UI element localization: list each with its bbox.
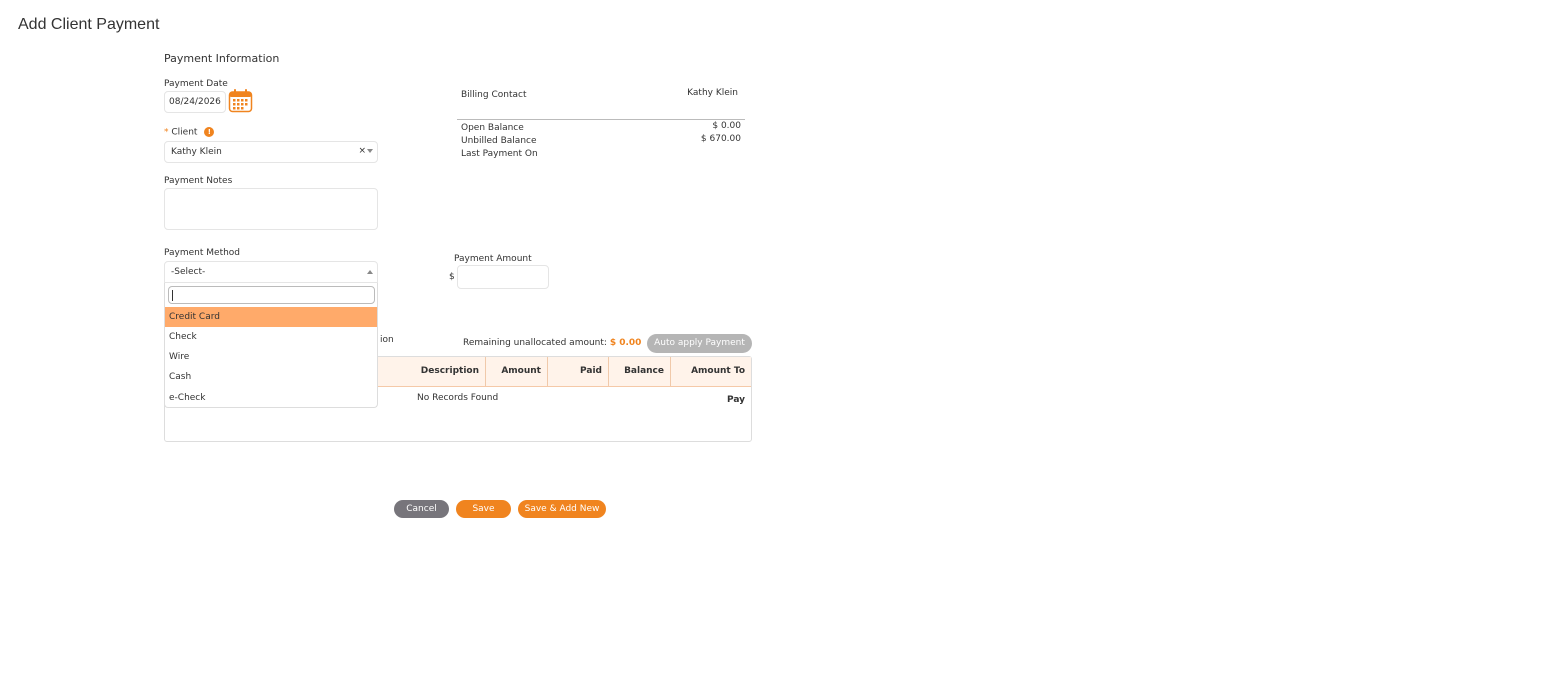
client-label: * Client ! — [164, 127, 215, 138]
client-select-value: Kathy Klein — [171, 147, 222, 157]
payment-amount-label: Payment Amount — [454, 254, 532, 264]
billing-contact-label: Billing Contact — [461, 90, 527, 100]
text-cursor — [172, 290, 173, 301]
empty-state-text: No Records Found — [417, 393, 499, 403]
required-mark: * — [164, 127, 169, 138]
cancel-button[interactable]: Cancel — [394, 500, 449, 518]
client-select[interactable]: Kathy Klein × — [164, 141, 378, 163]
divider — [457, 119, 745, 120]
save-button[interactable]: Save — [456, 500, 511, 518]
option-cash[interactable]: Cash — [165, 367, 377, 387]
column-header-paid[interactable]: Paid — [548, 357, 609, 386]
option-wire[interactable]: Wire — [165, 347, 377, 367]
payment-notes-label: Payment Notes — [164, 176, 233, 186]
column-header-amount[interactable]: Amount — [486, 357, 548, 386]
unbilled-balance-label: Unbilled Balance — [461, 136, 537, 146]
billing-summary: Billing Contact Kathy Klein Open Balance… — [454, 80, 746, 180]
allocation-section-label: ion — [380, 335, 394, 345]
column-header-amount-to-pay[interactable]: Amount To Pay — [671, 357, 751, 405]
unbilled-balance-value: $ 670.00 — [700, 134, 741, 144]
currency-symbol: $ — [449, 272, 455, 282]
last-payment-label: Last Payment On — [461, 149, 538, 159]
remaining-value: $ 0.00 — [609, 338, 642, 348]
info-icon[interactable]: ! — [204, 127, 215, 137]
chevron-up-icon — [367, 270, 373, 274]
open-balance-label: Open Balance — [461, 123, 524, 133]
section-title: Payment Information — [164, 52, 280, 65]
payment-date-input[interactable]: 08/24/2026 — [164, 91, 226, 113]
payment-amount-input[interactable] — [457, 265, 549, 289]
client-label-text: Client — [171, 127, 198, 138]
payment-method-label: Payment Method — [164, 248, 241, 258]
option-e-check[interactable]: e-Check — [165, 388, 377, 408]
payment-method-dropdown: Credit Card Check Wire Cash e-Check — [164, 283, 378, 408]
auto-apply-payment-button[interactable]: Auto apply Payment — [647, 334, 752, 353]
payment-notes-textarea[interactable] — [164, 188, 378, 230]
page-title: Add Client Payment — [18, 16, 160, 33]
chevron-down-icon — [367, 149, 373, 153]
option-credit-card[interactable]: Credit Card — [165, 307, 377, 327]
remaining-unallocated: Remaining unallocated amount: $ 0.00 — [463, 338, 641, 348]
payment-date-label: Payment Date — [164, 79, 228, 89]
column-header-description[interactable]: Description — [380, 357, 486, 386]
clear-icon[interactable]: × — [358, 146, 366, 156]
option-check[interactable]: Check — [165, 327, 377, 347]
payment-method-select[interactable]: -Select- — [164, 261, 378, 283]
calendar-icon[interactable] — [228, 88, 253, 113]
remaining-label: Remaining unallocated amount: — [463, 338, 607, 348]
dropdown-search-input[interactable] — [168, 286, 375, 304]
payment-method-value: -Select- — [171, 267, 206, 277]
open-balance-value: $ 0.00 — [712, 121, 741, 131]
column-header-balance[interactable]: Balance — [609, 357, 671, 386]
save-and-add-new-button[interactable]: Save & Add New — [518, 500, 606, 518]
billing-contact-value: Kathy Klein — [687, 88, 738, 98]
